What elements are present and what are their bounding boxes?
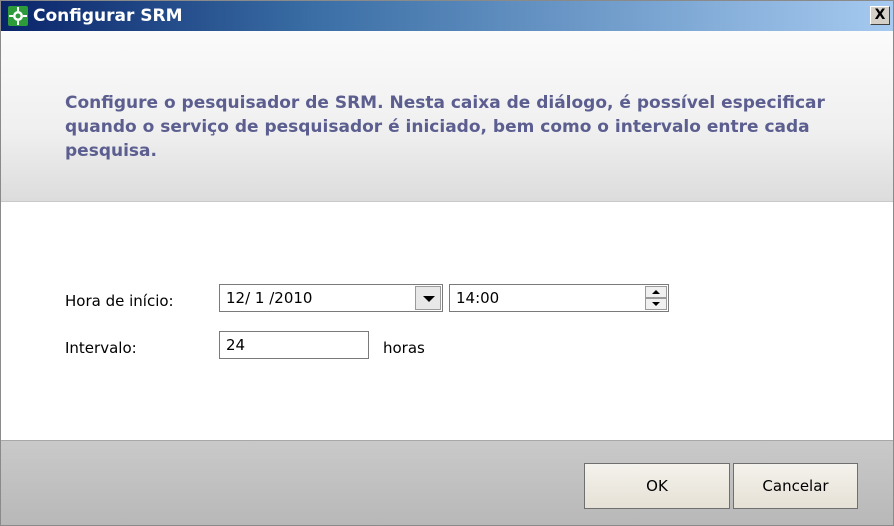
title-bar[interactable]: Configurar SRM X xyxy=(1,1,893,31)
configure-srm-dialog: Configurar SRM X Configure o pesquisador… xyxy=(0,0,894,526)
cancel-button[interactable]: Cancelar xyxy=(733,463,858,509)
dialog-title: Configurar SRM xyxy=(33,6,183,26)
ok-button[interactable]: OK xyxy=(584,463,730,509)
interval-unit-label: horas xyxy=(383,339,425,357)
dialog-header: Configure o pesquisador de SRM. Nesta ca… xyxy=(1,31,893,202)
arrow-up-icon[interactable] xyxy=(645,286,667,298)
start-time-value: 14:00 xyxy=(456,289,500,307)
chevron-down-icon[interactable] xyxy=(415,286,441,310)
start-date-value: 12/ 1 /2010 xyxy=(226,289,313,307)
dialog-content: Hora de início: 12/ 1 /2010 14:00 Interv… xyxy=(1,202,893,440)
close-button[interactable]: X xyxy=(870,6,890,25)
dialog-footer: OK Cancelar xyxy=(1,440,893,525)
start-date-picker[interactable]: 12/ 1 /2010 xyxy=(219,284,443,312)
start-time-spinner[interactable]: 14:00 xyxy=(449,284,669,312)
interval-label: Intervalo: xyxy=(65,339,137,357)
dialog-description: Configure o pesquisador de SRM. Nesta ca… xyxy=(65,93,825,161)
arrow-down-icon[interactable] xyxy=(645,298,667,310)
interval-value: 24 xyxy=(226,336,246,354)
srm-green-icon xyxy=(8,6,28,26)
start-time-label: Hora de início: xyxy=(65,292,174,310)
interval-input[interactable]: 24 xyxy=(219,331,369,359)
